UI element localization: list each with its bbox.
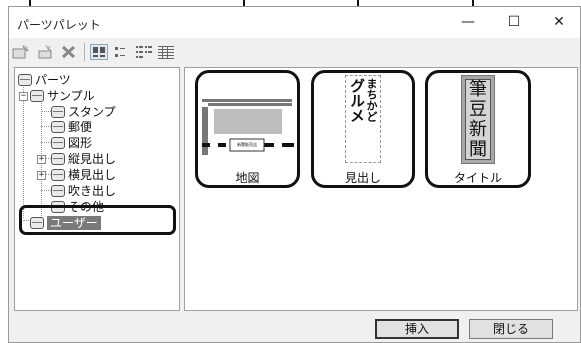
tree-item-speech-bubble[interactable]: 吹き出し xyxy=(51,183,116,199)
tree-item-postal[interactable]: 郵便 xyxy=(51,119,92,135)
collapse-icon[interactable]: − xyxy=(19,92,28,101)
new-part-icon[interactable] xyxy=(12,44,30,60)
title-char: 豆 xyxy=(469,99,487,120)
close-button[interactable]: 閉じる xyxy=(469,319,553,339)
tree-connector xyxy=(41,126,51,127)
tree-item-label: 縦見出し xyxy=(68,152,117,166)
delete-icon[interactable] xyxy=(60,44,78,60)
details-view-icon[interactable] xyxy=(157,44,175,60)
tree-item-label: 横見出し xyxy=(68,168,117,182)
folder-icon xyxy=(30,90,44,102)
part-title[interactable]: 筆 豆 新 聞 タイトル xyxy=(425,70,531,188)
tree-connector xyxy=(41,111,51,112)
title-char: 新 xyxy=(469,119,487,140)
title-char: 聞 xyxy=(469,139,487,160)
maximize-button[interactable]: ☐ xyxy=(491,7,537,38)
tree-item-label: 吹き出し xyxy=(68,184,117,198)
expand-icon[interactable]: + xyxy=(37,171,46,180)
part-label: タイトル xyxy=(453,171,502,185)
small-icons-view-icon[interactable] xyxy=(114,44,132,60)
tree-item-horizontal-heading[interactable]: 横見出し xyxy=(51,167,116,183)
folder-icon xyxy=(51,137,65,149)
heading-thumbnail: まちかど グルメ xyxy=(345,75,381,163)
part-label: 地図 xyxy=(235,171,260,185)
folder-icon xyxy=(18,74,32,86)
part-map[interactable]: 新聞販売店 地図 xyxy=(195,70,300,188)
tree-item-label: パーツ xyxy=(35,73,71,87)
tree-connector xyxy=(41,142,51,143)
title-char: 筆 xyxy=(469,79,487,100)
part-label: 見出し xyxy=(344,171,381,185)
parts-palette-window: パーツパレット — ☐ ✕ パーツ − サンプル スタンプ 郵便 図形 + 縦見… xyxy=(8,6,581,343)
folder-icon xyxy=(51,153,65,165)
heading-line2: グルメ xyxy=(348,78,366,123)
folder-icon xyxy=(51,121,65,133)
tree-item-label: サンプル xyxy=(47,89,95,103)
parts-content-area: 新聞販売店 地図 まちかど グルメ 見出し 筆 豆 新 聞 タイトル xyxy=(184,67,578,311)
tree-item-stamp[interactable]: スタンプ xyxy=(51,104,116,120)
folder-icon xyxy=(51,169,65,181)
tree-item-sample[interactable]: サンプル xyxy=(30,88,95,104)
large-icons-view-icon[interactable] xyxy=(90,44,108,60)
toolbar-separator xyxy=(84,43,85,61)
folder-icon xyxy=(51,185,65,197)
minimize-button[interactable]: — xyxy=(445,7,491,38)
tree-item-parts[interactable]: パーツ xyxy=(18,72,71,88)
tree-item-vertical-heading[interactable]: 縦見出し xyxy=(51,151,116,167)
tree-connector xyxy=(23,82,24,218)
user-item-callout xyxy=(19,205,176,235)
title-bar: パーツパレット — ☐ ✕ xyxy=(9,7,580,38)
part-heading[interactable]: まちかど グルメ 見出し xyxy=(311,70,415,188)
tree-item-shapes[interactable]: 図形 xyxy=(51,135,92,151)
tree-connector xyxy=(41,190,51,191)
tree-item-label: 図形 xyxy=(68,136,93,150)
title-thumbnail: 筆 豆 新 聞 xyxy=(461,75,495,164)
map-sign-label: 新聞販売店 xyxy=(237,142,257,147)
expand-icon[interactable]: + xyxy=(37,155,46,164)
tree-item-label: スタンプ xyxy=(68,105,116,119)
close-window-button[interactable]: ✕ xyxy=(536,7,581,38)
tree-item-label: 郵便 xyxy=(68,120,93,134)
parts-tree: パーツ − サンプル スタンプ 郵便 図形 + 縦見出し + 横見出し 吹き出し… xyxy=(14,67,180,311)
edit-part-icon[interactable] xyxy=(37,44,55,60)
list-view-icon[interactable] xyxy=(135,44,153,60)
folder-icon xyxy=(51,106,65,118)
window-title: パーツパレット xyxy=(17,18,101,32)
toolbar xyxy=(9,38,580,66)
insert-button[interactable]: 挿入 xyxy=(375,319,459,339)
